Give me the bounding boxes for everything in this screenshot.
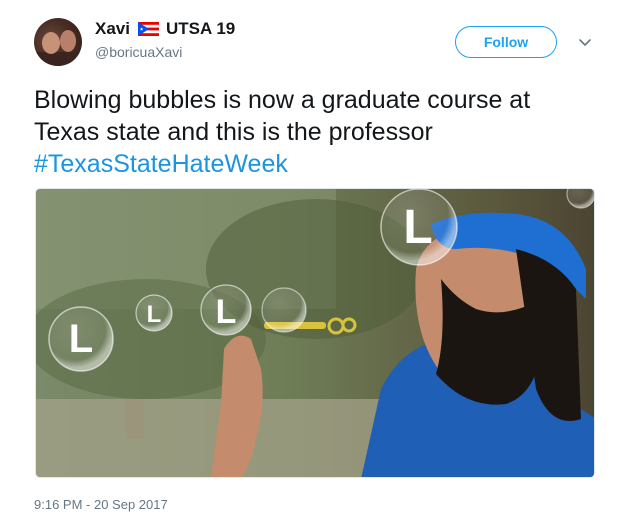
bubble-letter: L bbox=[147, 301, 162, 328]
display-name[interactable]: Xavi bbox=[95, 19, 130, 39]
photo-scene: L L L L bbox=[36, 189, 594, 477]
username[interactable]: @boricuaXavi bbox=[95, 44, 182, 60]
chevron-down-icon[interactable] bbox=[578, 36, 592, 50]
tweet-text-line: Texas state and this is the professor bbox=[34, 118, 433, 146]
bubble-letter: L bbox=[216, 293, 237, 331]
bubble bbox=[261, 287, 307, 333]
bubble: L bbox=[48, 306, 114, 372]
bubble: L bbox=[200, 284, 252, 336]
follow-button[interactable]: Follow bbox=[455, 26, 557, 58]
tweet-photo[interactable]: L L L L bbox=[35, 188, 595, 478]
tweet-text: Blowing bubbles is now a graduate course… bbox=[34, 84, 604, 180]
avatar[interactable] bbox=[34, 18, 82, 66]
tweet-card: Xavi UTSA 19 @boricuaXavi Follow Blowing… bbox=[0, 0, 626, 524]
bubble-letter: L bbox=[69, 317, 93, 361]
user-name-row[interactable]: Xavi UTSA 19 bbox=[95, 19, 235, 39]
display-name-suffix[interactable]: UTSA 19 bbox=[166, 19, 235, 39]
timestamp[interactable]: 9:16 PM - 20 Sep 2017 bbox=[34, 497, 168, 512]
tweet-text-line: Blowing bubbles is now a graduate course… bbox=[34, 86, 531, 114]
bubble-letter: L bbox=[403, 201, 432, 254]
bubble: L bbox=[380, 189, 458, 266]
puerto-rico-flag-icon bbox=[137, 22, 159, 36]
bubble: L bbox=[135, 294, 173, 332]
hashtag-link[interactable]: #TexasStateHateWeek bbox=[34, 148, 604, 180]
